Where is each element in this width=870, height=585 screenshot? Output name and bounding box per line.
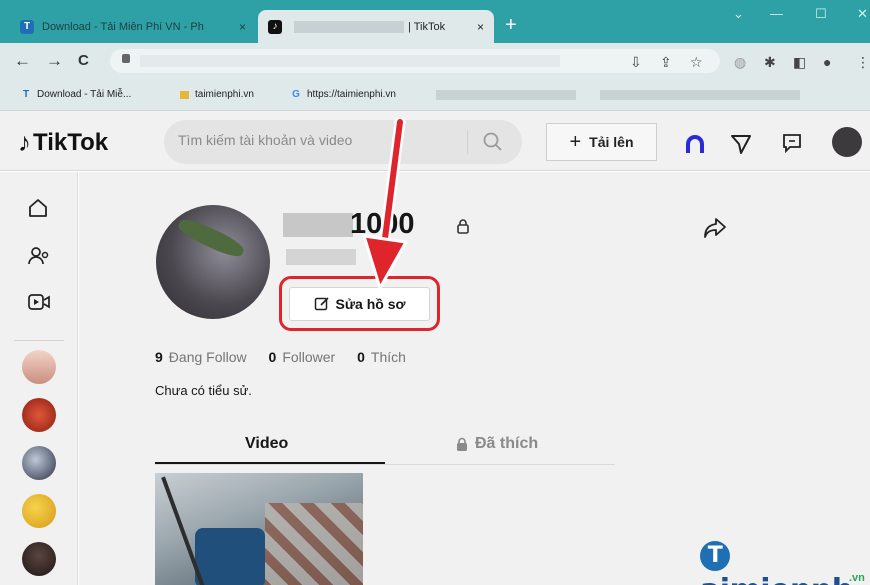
edit-profile-label: Sửa hồ sơ bbox=[335, 296, 406, 312]
search-bar bbox=[164, 120, 522, 164]
bookmark-label: Download - Tải Miễ... bbox=[37, 88, 132, 100]
follower-label[interactable]: Follower bbox=[282, 349, 335, 365]
redacted-bookmark bbox=[600, 90, 800, 100]
inbox-icon[interactable] bbox=[782, 133, 802, 153]
redacted-bookmark bbox=[436, 90, 576, 100]
close-tab-icon[interactable]: × bbox=[477, 20, 484, 34]
tab-liked-label: Đã thích bbox=[475, 435, 539, 452]
folder-icon bbox=[178, 88, 190, 100]
tab-liked[interactable]: Đã thích bbox=[455, 435, 538, 453]
bookmark-download[interactable]: T Download - Tải Miễ... bbox=[20, 88, 131, 100]
following-avatar[interactable] bbox=[22, 446, 56, 480]
following-avatar[interactable] bbox=[22, 494, 56, 528]
following-count: 9 bbox=[155, 349, 163, 365]
taimienphi-favicon-icon: T bbox=[22, 88, 30, 100]
new-tab-button[interactable]: + bbox=[505, 14, 517, 37]
taimienphi-logo-icon: T bbox=[700, 541, 730, 571]
browser-tab-strip: T Download - Tải Miễn Phí VN - Ph × ♪ | … bbox=[0, 0, 870, 43]
bookmark-label: https://taimienphi.vn bbox=[307, 88, 396, 100]
redacted-username bbox=[283, 213, 353, 237]
close-tab-icon[interactable]: × bbox=[239, 20, 246, 34]
window-close-icon[interactable]: ✕ bbox=[857, 6, 868, 22]
logo-text: TikTok bbox=[33, 128, 109, 156]
private-lock-icon bbox=[457, 219, 469, 234]
google-icon: G bbox=[292, 88, 300, 100]
tiktok-favicon-icon: ♪ bbox=[268, 19, 282, 34]
browser-toolbar: ← → C ⇩ ⇪ ☆ ◍ ✱ ◧ ● ⋮ bbox=[0, 43, 870, 79]
menu-kebab-icon[interactable]: ⋮ bbox=[856, 54, 870, 71]
left-sidebar bbox=[0, 172, 78, 585]
side-panel-icon[interactable]: ◧ bbox=[793, 54, 806, 71]
reload-icon[interactable]: C bbox=[78, 52, 89, 69]
tab-search-icon[interactable]: ⌄ bbox=[733, 6, 744, 22]
install-app-icon[interactable]: ⇩ bbox=[630, 54, 642, 71]
search-icon[interactable] bbox=[482, 131, 504, 153]
bookmarks-bar: T Download - Tải Miễ... taimienphi.vn G … bbox=[0, 79, 870, 111]
redacted-url bbox=[140, 55, 560, 67]
bookmark-https[interactable]: G https://taimienphi.vn bbox=[290, 88, 396, 100]
following-icon[interactable] bbox=[27, 245, 51, 267]
bookmark-taimienphi-folder[interactable]: taimienphi.vn bbox=[178, 88, 254, 100]
tiktok-logo[interactable]: ♪ TikTok bbox=[18, 127, 108, 158]
live-video-icon[interactable] bbox=[27, 292, 51, 312]
active-tab-underline bbox=[155, 462, 385, 464]
following-avatar[interactable] bbox=[22, 398, 56, 432]
sidebar-divider bbox=[14, 340, 64, 341]
following-avatar[interactable] bbox=[22, 542, 56, 576]
likes-count: 0 bbox=[357, 349, 365, 365]
tab-title: Download - Tải Miễn Phí VN - Ph bbox=[42, 20, 204, 33]
tab-video[interactable]: Video bbox=[245, 435, 288, 453]
redacted-text bbox=[294, 20, 404, 33]
bookmark-star-icon[interactable]: ☆ bbox=[690, 54, 703, 71]
avatar-photo-detail bbox=[175, 215, 247, 261]
upload-button[interactable]: + Tải lên bbox=[546, 123, 657, 161]
profile-avatar-icon[interactable]: ● bbox=[823, 54, 831, 70]
back-icon[interactable]: ← bbox=[14, 51, 31, 71]
follower-count: 0 bbox=[268, 349, 277, 365]
share-profile-icon[interactable] bbox=[702, 216, 728, 240]
home-icon[interactable] bbox=[27, 197, 49, 219]
extension-icon[interactable]: ◍ bbox=[734, 54, 746, 71]
thumb-detail bbox=[265, 503, 363, 585]
lock-icon bbox=[122, 54, 130, 63]
redacted-nickname bbox=[286, 249, 356, 265]
following-avatar[interactable] bbox=[22, 350, 56, 384]
browser-tab-download[interactable]: T Download - Tải Miễn Phí VN - Ph × bbox=[10, 10, 256, 43]
send-message-icon[interactable] bbox=[730, 133, 752, 155]
user-avatar-icon[interactable] bbox=[832, 127, 862, 157]
tiktok-header: ♪ TikTok + Tải lên bbox=[0, 111, 870, 171]
likes-label: Thích bbox=[370, 349, 406, 365]
effect-house-icon[interactable] bbox=[684, 134, 706, 154]
taimienphi-watermark: Taimienph bbox=[700, 538, 870, 585]
forward-icon[interactable]: → bbox=[46, 51, 63, 71]
search-input[interactable] bbox=[178, 132, 468, 148]
profile-bio: Chưa có tiểu sử. bbox=[155, 383, 252, 398]
profile-tabs: Video Đã thích bbox=[155, 425, 615, 465]
watermark-text: aimienph bbox=[700, 573, 853, 585]
maximize-icon[interactable]: ☐ bbox=[815, 6, 827, 22]
watermark-domain: .vn bbox=[849, 572, 865, 584]
tutorial-arrow bbox=[362, 118, 408, 290]
minimize-icon[interactable]: — bbox=[770, 6, 783, 21]
search-divider bbox=[467, 130, 468, 154]
bookmark-label: taimienphi.vn bbox=[195, 88, 254, 100]
upload-label: Tải lên bbox=[589, 134, 634, 150]
tiktok-note-icon: ♪ bbox=[18, 127, 31, 157]
following-label[interactable]: Đang Follow bbox=[169, 349, 247, 365]
lock-icon bbox=[457, 437, 467, 451]
browser-tab-tiktok[interactable]: ♪ | TikTok × bbox=[258, 10, 494, 43]
profile-avatar[interactable] bbox=[156, 205, 270, 319]
plus-icon: + bbox=[569, 130, 582, 153]
taimienphi-favicon-icon: T bbox=[20, 19, 34, 34]
share-page-icon[interactable]: ⇪ bbox=[660, 54, 672, 71]
edit-pencil-icon bbox=[314, 297, 329, 311]
video-thumbnail[interactable] bbox=[155, 473, 363, 585]
extensions-puzzle-icon[interactable]: ✱ bbox=[764, 54, 776, 71]
thumb-detail bbox=[195, 528, 265, 585]
tab-title: | TikTok bbox=[408, 20, 446, 33]
profile-stats: 9 Đang Follow 0 Follower 0 Thích bbox=[155, 349, 424, 365]
